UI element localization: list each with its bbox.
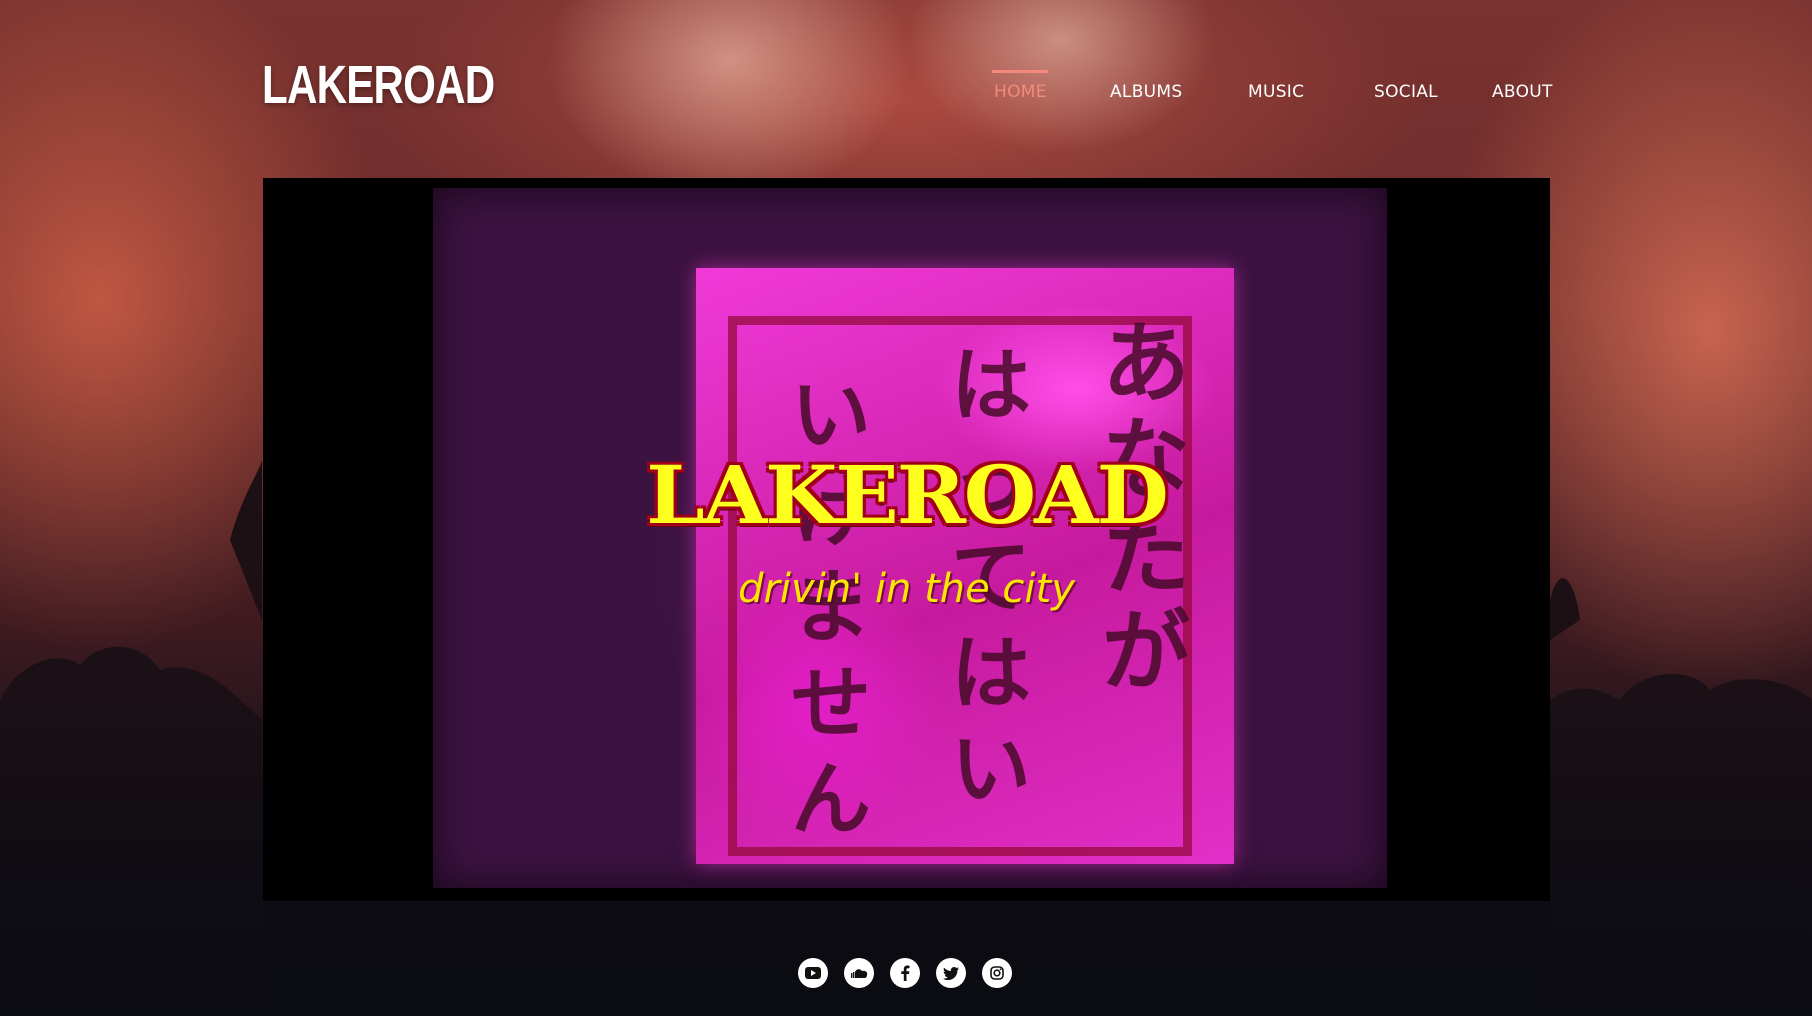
main-nav: HOME ALBUMS MUSIC SOCIAL ABOUT: [0, 70, 1812, 120]
video-title: LAKEROAD: [646, 448, 1169, 542]
active-nav-indicator: [992, 70, 1048, 73]
youtube-icon[interactable]: [798, 958, 828, 988]
soundcloud-icon[interactable]: [844, 958, 874, 988]
video-subtitle: drivin' in the city: [738, 566, 1075, 612]
nav-item-about[interactable]: ABOUT: [1492, 82, 1553, 102]
twitter-icon[interactable]: [936, 958, 966, 988]
facebook-icon[interactable]: [890, 958, 920, 988]
nav-item-music[interactable]: MUSIC: [1248, 82, 1304, 102]
nav-item-albums[interactable]: ALBUMS: [1110, 82, 1182, 102]
nav-item-social[interactable]: SOCIAL: [1374, 82, 1438, 102]
instagram-icon[interactable]: [982, 958, 1012, 988]
video-player[interactable]: あなたが はってはい いけません LAKEROAD drivin' in the…: [263, 178, 1550, 901]
nav-item-home[interactable]: HOME: [994, 82, 1047, 102]
page: LAKEROAD HOME ALBUMS MUSIC SOCIAL ABOUT …: [0, 0, 1812, 1016]
